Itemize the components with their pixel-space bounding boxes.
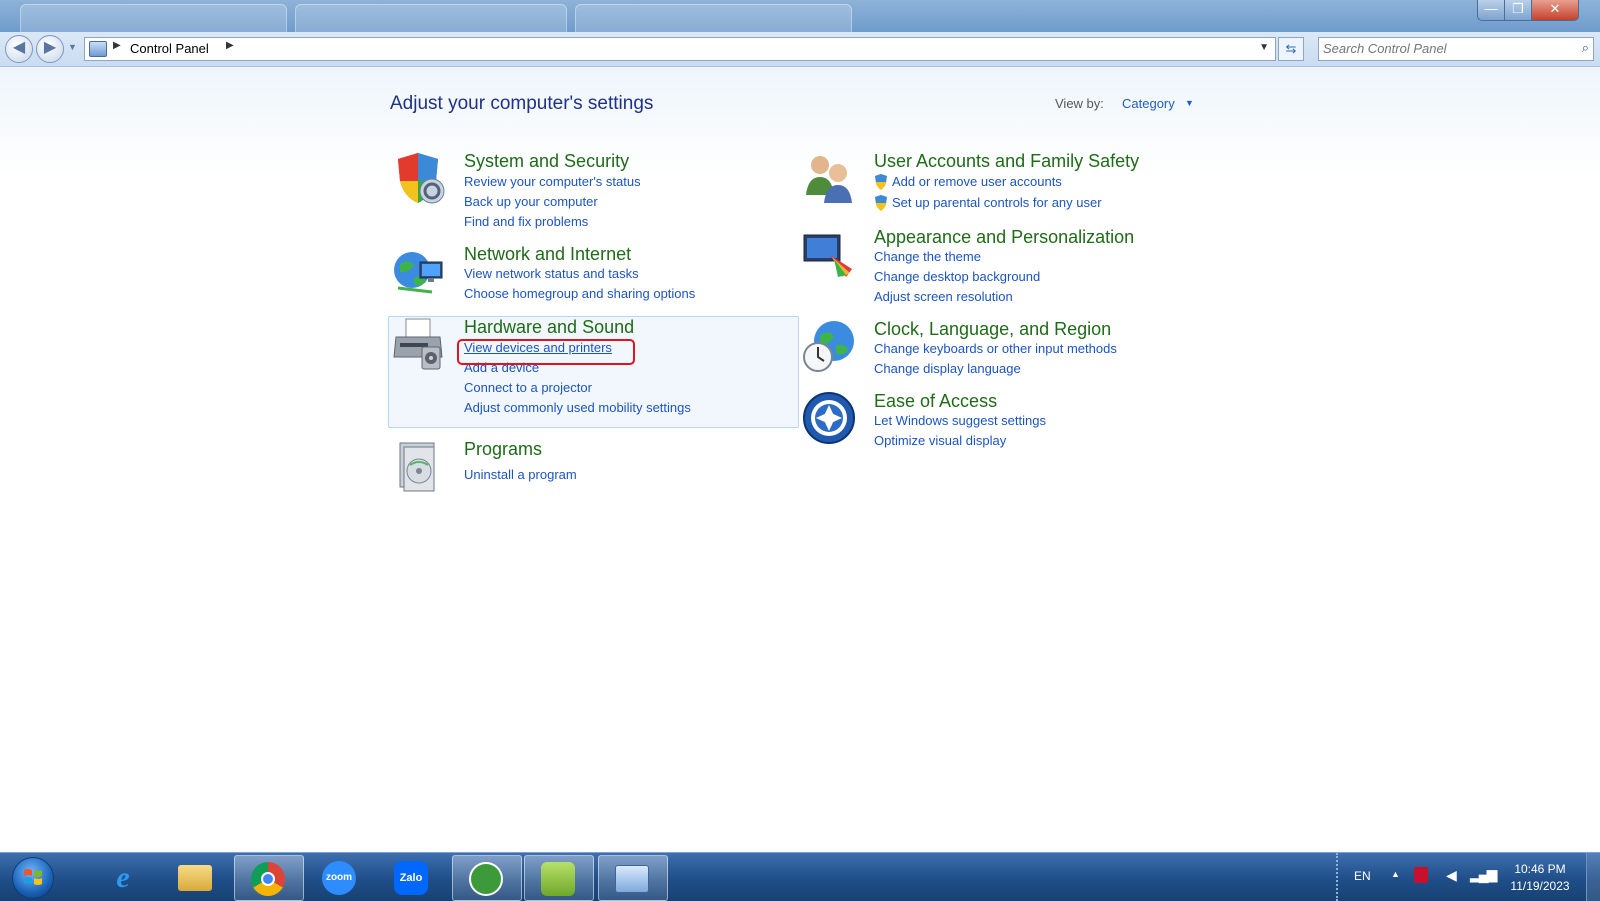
- address-dropdown-icon[interactable]: ▼: [1259, 42, 1269, 53]
- link-change-theme[interactable]: Change the theme: [874, 249, 981, 264]
- monitor-palette-icon: [803, 234, 852, 277]
- view-by-label: View by:: [1055, 96, 1104, 111]
- show-desktop-button[interactable]: [1586, 853, 1600, 901]
- taskbar-zoom[interactable]: zoom: [306, 855, 374, 899]
- category-title[interactable]: Programs: [464, 439, 542, 460]
- chrome-icon: [251, 862, 285, 896]
- link-keyboards-input[interactable]: Change keyboards or other input methods: [874, 341, 1117, 356]
- view-by-dropdown[interactable]: Category: [1122, 96, 1175, 111]
- clock-time: 10:46 PM: [1514, 862, 1566, 876]
- category-title[interactable]: System and Security: [464, 151, 629, 172]
- page-title: Adjust your computer's settings: [390, 93, 654, 114]
- link-mobility-settings[interactable]: Adjust commonly used mobility settings: [464, 400, 691, 415]
- link-screen-resolution[interactable]: Adjust screen resolution: [874, 289, 1013, 304]
- app-green-circle-icon: [469, 862, 503, 896]
- minimize-button[interactable]: —: [1477, 0, 1505, 21]
- category-title[interactable]: Appearance and Personalization: [874, 227, 1134, 248]
- link-display-language[interactable]: Change display language: [874, 361, 1021, 376]
- search-box[interactable]: ⌕: [1318, 37, 1594, 61]
- breadcrumb-control-panel[interactable]: Control Panel: [130, 41, 209, 56]
- zalo-icon: Zalo: [394, 861, 428, 895]
- title-bar: — ❐ ✕: [0, 0, 1600, 33]
- link-desktop-background[interactable]: Change desktop background: [874, 269, 1040, 284]
- globe-clock-icon: [803, 321, 854, 372]
- category-title[interactable]: Network and Internet: [464, 244, 631, 265]
- programs-icon: [399, 442, 435, 492]
- link-review-status[interactable]: Review your computer's status: [464, 174, 641, 189]
- network-globe-icon: [394, 252, 443, 294]
- taskbar-internet-explorer[interactable]: e: [90, 855, 158, 899]
- uac-shield-icon: [875, 195, 887, 211]
- refresh-button[interactable]: ⇆: [1278, 37, 1304, 61]
- internet-explorer-icon: e: [116, 861, 130, 894]
- link-parental-controls[interactable]: Set up parental controls for any user: [892, 195, 1102, 210]
- chevron-right-icon[interactable]: ▶: [113, 40, 121, 51]
- taskbar-app-green[interactable]: [452, 855, 522, 901]
- taskbar-file-explorer[interactable]: [162, 855, 230, 899]
- link-optimize-display[interactable]: Optimize visual display: [874, 433, 1006, 448]
- security-shield-icon: [398, 153, 445, 204]
- taskbar-app-leaf[interactable]: [524, 855, 594, 901]
- category-title[interactable]: Clock, Language, and Region: [874, 319, 1111, 340]
- language-indicator[interactable]: EN: [1354, 869, 1371, 883]
- taskbar-control-panel[interactable]: [598, 855, 668, 901]
- link-projector[interactable]: Connect to a projector: [464, 380, 592, 395]
- taskbar-zalo[interactable]: Zalo: [378, 855, 446, 899]
- content-area: Adjust your computer's settings View by:…: [0, 67, 1600, 852]
- chevron-right-icon[interactable]: ▶: [226, 40, 234, 51]
- control-panel-icon: [615, 865, 649, 893]
- close-button[interactable]: ✕: [1531, 0, 1579, 21]
- browser-tab-ghost: [295, 4, 567, 33]
- browser-tab-ghost: [20, 4, 287, 33]
- security-tray-icon[interactable]: [1414, 867, 1428, 883]
- category-system-security: System and Security Review your computer…: [392, 151, 772, 231]
- chevron-down-icon[interactable]: ▼: [1185, 98, 1194, 108]
- browser-tab-ghost: [575, 4, 852, 33]
- printer-icon: [393, 318, 443, 370]
- category-ease-of-access: Ease of Access Let Windows suggest setti…: [802, 391, 1242, 451]
- link-uninstall-program[interactable]: Uninstall a program: [464, 467, 577, 482]
- link-homegroup[interactable]: Choose homegroup and sharing options: [464, 286, 695, 301]
- link-back-up[interactable]: Back up your computer: [464, 194, 598, 209]
- link-network-status[interactable]: View network status and tasks: [464, 266, 639, 281]
- tray-gripper: [1336, 853, 1341, 901]
- taskbar-chrome[interactable]: [234, 855, 304, 901]
- search-input[interactable]: [1319, 38, 1567, 58]
- category-clock-language: Clock, Language, and Region Change keybo…: [802, 319, 1242, 379]
- address-toolbar: ◀ ▶ ▼ ▶ Control Panel ▶ ▼ ⇆ ⌕: [0, 32, 1600, 67]
- category-appearance: Appearance and Personalization Change th…: [802, 227, 1242, 307]
- back-button[interactable]: ◀: [5, 35, 33, 63]
- category-network-internet: Network and Internet View network status…: [392, 244, 772, 304]
- app-leaf-icon: [541, 862, 575, 896]
- uac-shield-icon: [875, 174, 887, 190]
- forward-button[interactable]: ▶: [36, 35, 64, 63]
- start-button[interactable]: [12, 857, 54, 899]
- link-add-remove-users[interactable]: Add or remove user accounts: [892, 174, 1062, 189]
- clock-date: 11/19/2023: [1510, 879, 1570, 893]
- red-annotation-box: [457, 339, 635, 365]
- folder-icon: [178, 865, 212, 891]
- windows-logo-icon: [24, 869, 42, 885]
- restore-button[interactable]: ❐: [1504, 0, 1532, 21]
- users-icon: [806, 156, 852, 203]
- category-title[interactable]: Ease of Access: [874, 391, 997, 412]
- taskbar: e zoom Zalo EN ▲ ◀ ▂▄▆ 10:46 PM 11/19/20…: [0, 852, 1600, 901]
- zoom-icon: zoom: [322, 861, 356, 895]
- category-user-accounts: User Accounts and Family Safety Add or r…: [802, 151, 1242, 211]
- control-panel-icon: [89, 41, 107, 57]
- recent-pages-icon[interactable]: ▼: [68, 42, 77, 52]
- category-programs: Programs Uninstall a program: [392, 439, 772, 499]
- ease-of-access-icon: [803, 392, 855, 444]
- category-hardware-sound: Hardware and Sound View devices and prin…: [392, 317, 772, 417]
- link-windows-suggest[interactable]: Let Windows suggest settings: [874, 413, 1046, 428]
- address-bar[interactable]: ▶ Control Panel ▶ ▼: [84, 37, 1276, 61]
- link-find-fix[interactable]: Find and fix problems: [464, 214, 588, 229]
- system-clock[interactable]: 10:46 PM 11/19/2023: [1505, 861, 1575, 895]
- search-icon[interactable]: ⌕: [1582, 40, 1589, 56]
- category-title[interactable]: Hardware and Sound: [464, 317, 634, 338]
- network-signal-icon[interactable]: ▂▄▆: [1470, 866, 1497, 883]
- category-title[interactable]: User Accounts and Family Safety: [874, 151, 1139, 172]
- show-hidden-icons-button[interactable]: ▲: [1391, 869, 1400, 879]
- speaker-icon[interactable]: ◀: [1446, 867, 1457, 884]
